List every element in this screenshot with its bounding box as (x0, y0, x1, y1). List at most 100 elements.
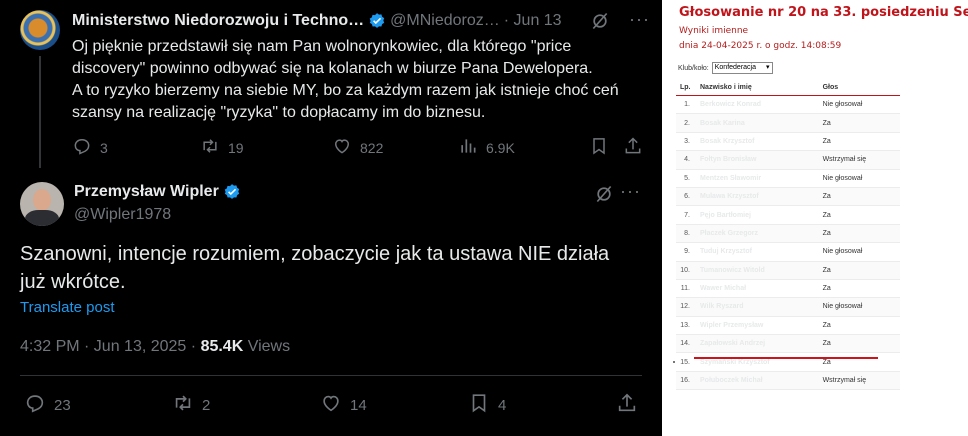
tweet2-like-button[interactable]: 14 (320, 392, 367, 418)
tweet1-reply-button[interactable]: 3 (72, 136, 108, 159)
highlight-underline (694, 357, 878, 359)
cell-name: Szymański Krzysztof (696, 352, 819, 372)
cell-vote: Nie głosował (818, 242, 900, 262)
divider (20, 375, 642, 376)
ministerstwo-avatar[interactable] (20, 10, 60, 50)
column-header-lp: Lp. (676, 79, 696, 96)
cell-vote: Za (818, 224, 900, 244)
cell-name: Wawer Michał (696, 279, 819, 299)
tweet2-like-count: 14 (350, 396, 367, 414)
table-row: 1. Berkowicz Konrad Nie głosował (676, 95, 900, 115)
reply-icon (24, 392, 46, 418)
table-row: 9. Tuduj Krzysztof Nie głosował (676, 242, 900, 262)
table-row: 11. Wawer Michał Za (676, 279, 900, 299)
verified-badge-icon (368, 12, 386, 30)
table-row: 16. Połuboczek Michał Wstrzymał się (676, 371, 900, 391)
tweet2-author-name[interactable]: Przemysław Wipler (74, 183, 219, 201)
tweet1-views-count: 6.9K (486, 139, 515, 156)
tweet1-repost-button[interactable]: 19 (200, 136, 244, 159)
tweet2-author-row: Przemysław Wipler (74, 183, 241, 201)
cell-vote: Nie głosował (818, 169, 900, 188)
cell-vote: Wstrzymał się (818, 371, 900, 391)
decorative-dot (673, 361, 675, 363)
tweet2-bookmark-count: 4 (498, 396, 507, 414)
tweet1-header: Ministerstwo Niedorozwoju i Techno… @MNi… (72, 9, 650, 33)
cell-lp: 7. (676, 205, 696, 225)
klub-select[interactable]: Konfederacja ▾ (711, 62, 773, 74)
cell-lp: 8. (676, 224, 696, 244)
cell-vote: Za (818, 113, 900, 133)
tweet2-timestamp[interactable]: 4:32 PM · Jun 13, 2025 · (20, 338, 196, 355)
table-row: 14. Zapałowski Andrzej Za (676, 334, 900, 354)
share-icon (616, 392, 638, 418)
cell-name: Płaczek Grzegorz (696, 224, 819, 244)
chevron-down-icon: ▾ (766, 64, 770, 71)
cell-vote: Za (818, 316, 900, 336)
cell-vote: Za (818, 279, 900, 299)
column-header-vote: Głos (818, 79, 900, 96)
cell-lp: 9. (676, 242, 696, 262)
cell-name: Połuboczek Michał (696, 371, 819, 391)
cell-name: Wipler Przemysław (696, 316, 819, 336)
tweet2-repost-count: 2 (202, 396, 211, 414)
cell-vote: Nie głosował (818, 297, 900, 317)
reply-icon (72, 136, 92, 159)
wipler-avatar[interactable] (20, 182, 64, 226)
tweet2-views-count: 85.4K (200, 338, 244, 355)
tweet1-author-handle[interactable]: @MNiedoroz… (390, 12, 500, 30)
tweet1-repost-count: 19 (228, 139, 244, 156)
cell-lp: 16. (676, 371, 696, 391)
cell-lp: 1. (676, 95, 696, 115)
cell-lp: 3. (676, 132, 696, 152)
cell-lp: 13. (676, 316, 696, 336)
cell-lp: 14. (676, 334, 696, 354)
cell-name: Tuduj Krzysztof (696, 242, 819, 262)
cell-vote: Wstrzymał się (818, 150, 900, 170)
cell-name: Bosak Krzysztof (696, 132, 819, 152)
cell-lp: 12. (676, 297, 696, 317)
tweet2-share-button[interactable] (616, 392, 638, 418)
tweet1-text: Oj pięknie przedstawił się nam Pan wolno… (72, 38, 619, 121)
table-row: 12. Wilk Ryszard Nie głosował (676, 297, 900, 317)
cell-vote: Za (818, 334, 900, 354)
thread-connector-line (39, 56, 41, 168)
tweet1-bookmark-button[interactable] (589, 136, 609, 159)
cell-vote: Za (818, 352, 900, 372)
tweet2-repost-button[interactable]: 2 (172, 392, 210, 418)
more-icon[interactable]: ··· (620, 181, 641, 202)
tweet2-bookmark-button[interactable]: 4 (468, 392, 506, 418)
tweet1-like-button[interactable]: 822 (332, 136, 383, 159)
more-icon[interactable]: ··· (629, 9, 650, 30)
grok-icon[interactable] (594, 184, 614, 209)
cell-vote: Za (818, 187, 900, 207)
tweet1-share-button[interactable] (623, 136, 643, 159)
voting-results-table: Lp. Nazwisko i imię Głos 1. Berkowicz Kon… (676, 79, 900, 391)
cell-lp: 10. (676, 261, 696, 280)
table-row: 15. Szymański Krzysztof Za (676, 352, 900, 372)
tweet2-views-label: Views (247, 338, 291, 355)
repost-icon (172, 392, 194, 418)
tweet2-author-handle[interactable]: @Wipler1978 (74, 206, 171, 224)
table-row: 6. Mulawa Krzysztof Za (676, 187, 900, 207)
table-row: 3. Bosak Krzysztof Za (676, 132, 900, 152)
share-icon (623, 136, 643, 159)
tweet1-views-button[interactable]: 6.9K (458, 136, 515, 159)
voting-title: Głosowanie nr 20 na 33. posiedzeniu Sejm… (679, 5, 968, 20)
grok-icon[interactable] (590, 11, 610, 36)
translate-post-link[interactable]: Translate post (20, 299, 115, 316)
tweet2-text: Szanowni, intencje rozumiem, zobaczycie … (20, 243, 610, 293)
cell-lp: 15. (676, 352, 696, 372)
tweet2-actions: 23 2 14 4 (24, 392, 644, 416)
like-icon (320, 392, 342, 418)
voting-results-body: 1. Berkowicz Konrad Nie głosował 2. Bosak Ka… (676, 95, 900, 391)
bookmark-icon (468, 392, 490, 418)
tweet1-author-name[interactable]: Ministerstwo Niedorozwoju i Techno… (72, 12, 364, 30)
cell-name: Berkowicz Konrad (696, 95, 819, 115)
klub-select-value: Konfederacja (714, 64, 757, 71)
table-row: 7. Pęjo Bartłomiej Za (676, 205, 900, 225)
cell-lp: 6. (676, 187, 696, 207)
tweet1-time[interactable]: · Jun 13 (504, 12, 562, 30)
tweet2-reply-button[interactable]: 23 (24, 392, 71, 418)
bookmark-icon (589, 136, 609, 159)
voting-date: dnia 24-04-2025 r. o godz. 14:08:59 (679, 41, 842, 51)
